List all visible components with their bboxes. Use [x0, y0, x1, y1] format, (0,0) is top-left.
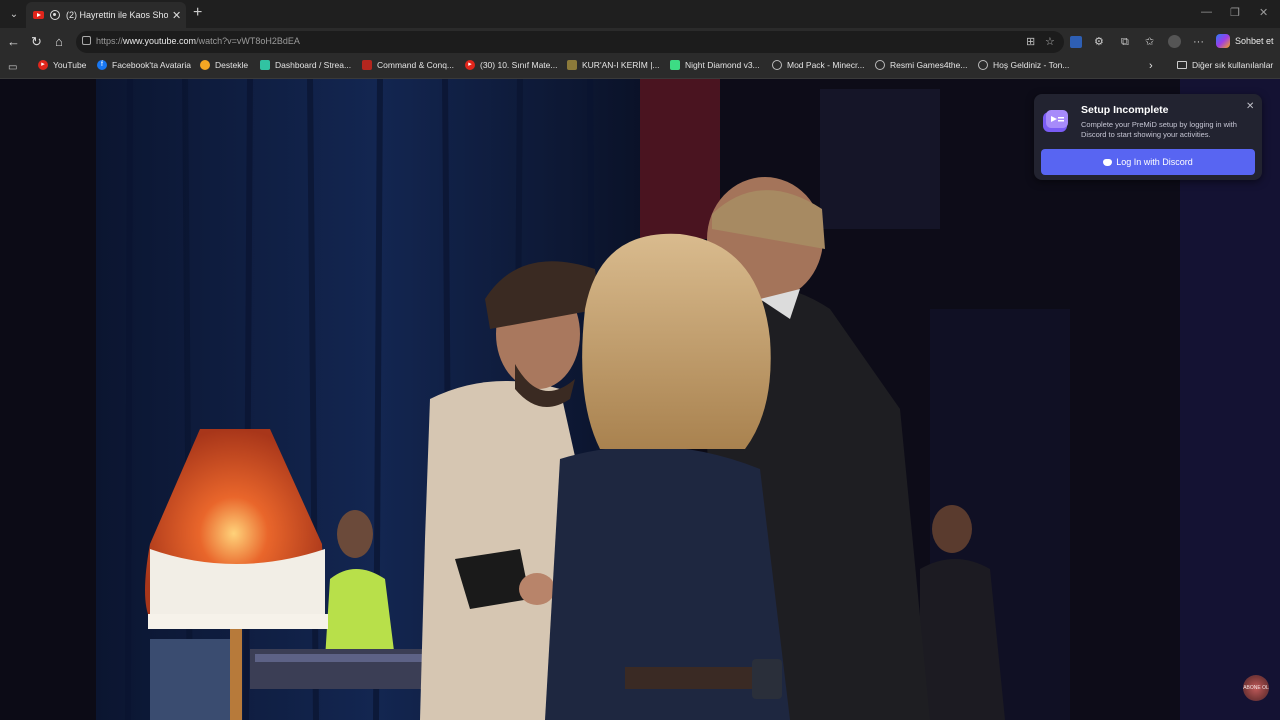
bookmarks-overflow-chevron-icon[interactable]: › — [1149, 60, 1153, 72]
split-screen-icon[interactable]: ⧉ — [1121, 35, 1129, 49]
diamond-icon — [670, 60, 680, 70]
extensions-puzzle-icon[interactable]: ⚙ — [1094, 35, 1104, 49]
app-available-icon[interactable]: ⊞ — [1026, 35, 1035, 48]
login-with-discord-button[interactable]: Log In with Discord — [1041, 149, 1255, 175]
bookmark-item[interactable]: f Facebook'ta Avataria — [97, 60, 191, 70]
profile-avatar[interactable] — [1168, 35, 1181, 48]
bookmark-item[interactable]: Mod Pack - Minecr... — [772, 60, 864, 70]
title-bar: ⌄ (2) Hayrettin ile Kaos Show - Y ✕ + — … — [0, 0, 1280, 28]
premid-logo-icon — [1043, 110, 1068, 132]
premid-close-icon[interactable]: ✕ — [1246, 101, 1254, 112]
copilot-label: Sohbet et — [1235, 36, 1274, 46]
cnc-icon — [362, 60, 372, 70]
bookmark-item[interactable]: Hoş Geldiniz - Ton... — [978, 60, 1069, 70]
facebook-icon: f — [97, 60, 107, 70]
window-close-icon[interactable]: ✕ — [1259, 6, 1268, 19]
bookmark-item[interactable]: Dashboard / Strea... — [260, 60, 351, 70]
browser-toolbar: ← ↻ ⌂ https://www.youtube.com/watch?v=vW… — [0, 28, 1280, 56]
bookmark-item[interactable]: Destekle — [200, 60, 248, 70]
globe-icon — [772, 60, 782, 70]
address-url[interactable]: https://www.youtube.com/watch?v=vWT8oH2B… — [96, 36, 300, 46]
copilot-icon — [1216, 34, 1230, 48]
youtube-icon: ▸ — [38, 60, 48, 70]
more-menu-icon[interactable]: ··· — [1193, 35, 1204, 49]
bookmark-item[interactable]: Command & Conq... — [362, 60, 454, 70]
site-info-icon[interactable] — [82, 36, 91, 45]
bookmark-item[interactable]: KUR'AN-I KERİM |... — [567, 60, 660, 70]
premid-description: Complete your PreMiD setup by logging in… — [1081, 120, 1237, 139]
favorites-icon[interactable]: ✩ — [1145, 35, 1154, 49]
premid-title: Setup Incomplete — [1081, 104, 1169, 116]
globe-icon — [978, 60, 988, 70]
bookmark-item[interactable]: Night Diamond v3... — [670, 60, 760, 70]
restore-icon[interactable]: ❐ — [1230, 6, 1240, 19]
tab-title: (2) Hayrettin ile Kaos Show - Y — [66, 10, 168, 20]
discord-icon — [1103, 158, 1113, 166]
bookmarks-bar: ▭ ▸ YouTube f Facebook'ta Avataria Destekl… — [0, 56, 1280, 79]
bookmark-item[interactable]: ▸ YouTube — [38, 60, 86, 70]
other-favorites-folder[interactable]: Diğer sık kullanılanlar — [1177, 60, 1273, 70]
youtube-favicon-icon — [33, 11, 44, 19]
extension-badge-icon[interactable] — [1070, 36, 1082, 48]
destekle-icon — [200, 60, 210, 70]
streamlabs-icon — [260, 60, 270, 70]
quran-icon — [567, 60, 577, 70]
favorite-star-icon[interactable]: ☆ — [1045, 35, 1055, 48]
premid-setup-popup: Setup Incomplete Complete your PreMiD se… — [1034, 94, 1262, 180]
back-arrow-icon[interactable]: ← — [7, 34, 20, 50]
copilot-button[interactable]: Sohbet et — [1216, 34, 1274, 48]
audio-playing-icon[interactable] — [50, 10, 60, 20]
address-bar[interactable]: https://www.youtube.com/watch?v=vWT8oH2B… — [76, 31, 1064, 53]
minimize-icon[interactable]: — — [1201, 6, 1212, 18]
tab-actions-chevron-icon[interactable]: ⌄ — [4, 4, 24, 24]
folder-icon — [1177, 61, 1187, 69]
tab-close-icon[interactable]: ✕ — [172, 9, 181, 22]
bookmark-item[interactable]: ▸ (30) 10. Sınıf Mate... — [465, 60, 557, 70]
new-tab-button[interactable]: + — [193, 5, 202, 21]
channel-watermark[interactable]: ABONE OL — [1243, 675, 1269, 701]
watermark-text: ABONE OL — [1243, 685, 1269, 691]
globe-icon — [875, 60, 885, 70]
bookmark-item[interactable]: Resmi Games4the... — [875, 60, 967, 70]
login-with-discord-label: Log In with Discord — [1116, 157, 1193, 167]
active-tab[interactable]: (2) Hayrettin ile Kaos Show - Y ✕ — [26, 2, 186, 28]
refresh-icon[interactable]: ↻ — [31, 34, 42, 50]
bookmark-collections-icon[interactable]: ▭ — [8, 61, 17, 75]
youtube-icon: ▸ — [465, 60, 475, 70]
home-icon[interactable]: ⌂ — [55, 34, 63, 50]
